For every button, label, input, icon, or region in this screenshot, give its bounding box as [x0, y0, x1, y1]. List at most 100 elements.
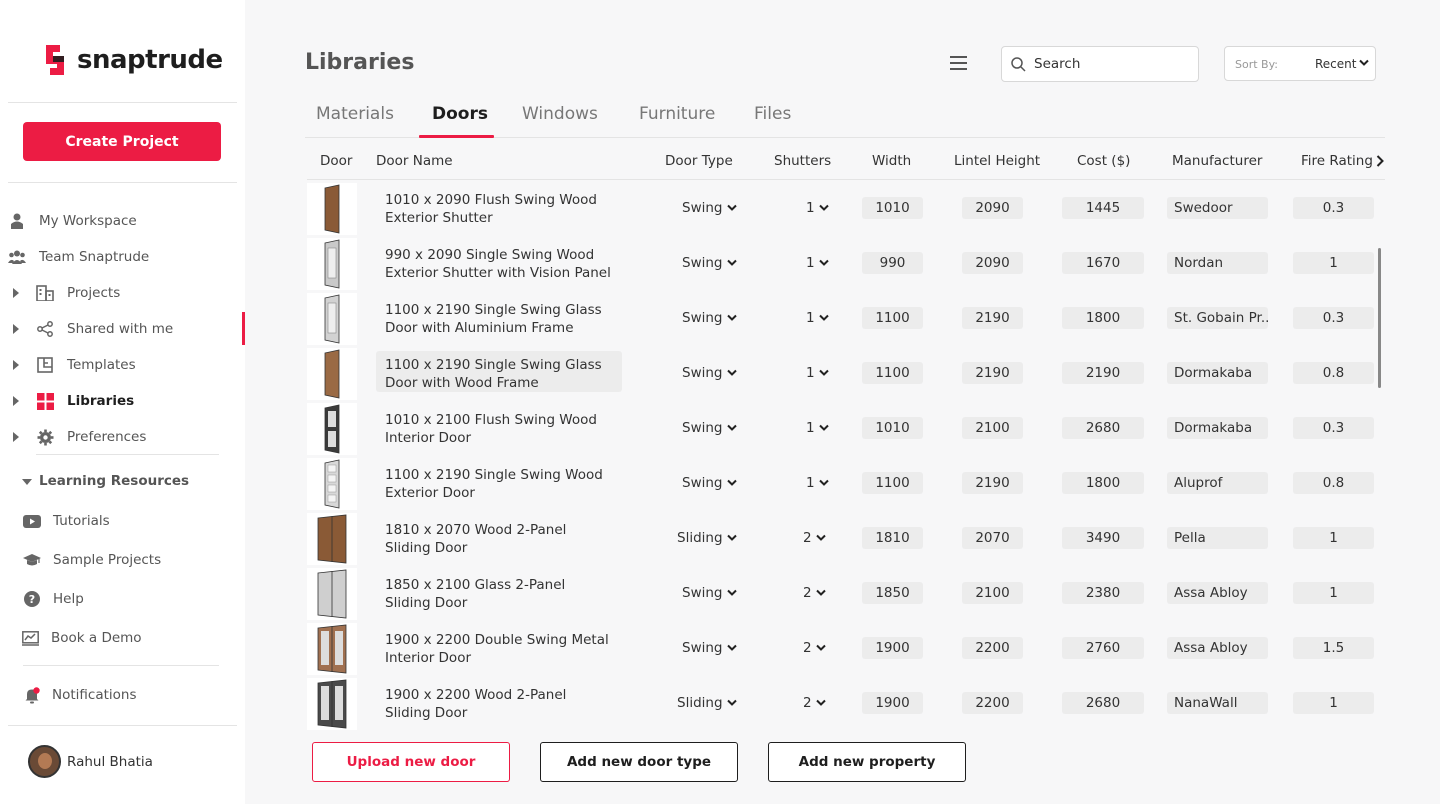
- door-type-select[interactable]: Sliding: [677, 530, 737, 546]
- shutters-select[interactable]: 1: [806, 420, 829, 436]
- door-thumbnail[interactable]: [307, 238, 357, 290]
- logo[interactable]: snaptrude: [42, 43, 223, 77]
- sidebar-item-libraries[interactable]: Libraries: [0, 387, 245, 415]
- add-new-property-button[interactable]: Add new property: [768, 742, 966, 782]
- tab-doors[interactable]: Doors: [432, 104, 488, 124]
- column-header[interactable]: Fire Rating: [1301, 153, 1373, 169]
- door-type-select[interactable]: Swing: [682, 365, 737, 381]
- caret-right-icon[interactable]: [13, 360, 19, 370]
- scroll-columns-right-icon[interactable]: [1376, 155, 1384, 167]
- fire-rating-field[interactable]: 1: [1293, 582, 1374, 604]
- search-input[interactable]: [1034, 56, 1184, 72]
- table-row[interactable]: 1100 x 2190 Single Swing Glass Door with…: [307, 346, 1377, 401]
- sidebar-item-team-snaptrude[interactable]: Team Snaptrude: [0, 243, 245, 271]
- manufacturer-field[interactable]: Assa Abloy: [1167, 582, 1268, 604]
- manufacturer-field[interactable]: Nordan: [1167, 252, 1268, 274]
- manufacturer-field[interactable]: Dormakaba: [1167, 417, 1268, 439]
- door-type-select[interactable]: Swing: [682, 310, 737, 326]
- cost-field[interactable]: 1800: [1062, 307, 1144, 329]
- sidebar-item-shared-with-me[interactable]: Shared with me: [0, 315, 245, 343]
- table-row[interactable]: 1100 x 2190 Single Swing Wood Exterior D…: [307, 456, 1377, 511]
- width-field[interactable]: 1900: [862, 637, 923, 659]
- search-box[interactable]: [1001, 46, 1199, 82]
- caret-right-icon[interactable]: [13, 396, 19, 406]
- learning-item-tutorials[interactable]: Tutorials: [0, 507, 245, 535]
- door-type-select[interactable]: Swing: [682, 585, 737, 601]
- door-type-select[interactable]: Swing: [682, 640, 737, 656]
- column-header[interactable]: Manufacturer: [1172, 153, 1262, 169]
- door-thumbnail[interactable]: [307, 293, 357, 345]
- fire-rating-field[interactable]: 0.3: [1293, 307, 1374, 329]
- table-row[interactable]: 1010 x 2090 Flush Swing Wood Exterior Sh…: [307, 181, 1377, 236]
- door-thumbnail[interactable]: [307, 403, 357, 455]
- sort-dropdown[interactable]: Sort By: Recent: [1224, 46, 1376, 81]
- shutters-select[interactable]: 1: [806, 475, 829, 491]
- door-type-select[interactable]: Swing: [682, 255, 737, 271]
- cost-field[interactable]: 2190: [1062, 362, 1144, 384]
- width-field[interactable]: 990: [862, 252, 923, 274]
- column-header[interactable]: Door Name: [376, 153, 453, 169]
- door-type-select[interactable]: Sliding: [677, 695, 737, 711]
- column-header[interactable]: Shutters: [774, 153, 831, 169]
- sidebar-item-preferences[interactable]: Preferences: [0, 423, 245, 451]
- door-thumbnail[interactable]: [307, 348, 357, 400]
- column-header[interactable]: Cost ($): [1077, 153, 1130, 169]
- shutters-select[interactable]: 2: [803, 585, 826, 601]
- table-row[interactable]: 1900 x 2200 Double Swing Metal Interior …: [307, 621, 1377, 676]
- shutters-select[interactable]: 1: [806, 200, 829, 216]
- column-header[interactable]: Lintel Height: [954, 153, 1040, 169]
- lintel-height-field[interactable]: 2090: [962, 252, 1023, 274]
- door-thumbnail[interactable]: [307, 678, 357, 730]
- manufacturer-field[interactable]: Assa Abloy: [1167, 637, 1268, 659]
- caret-right-icon[interactable]: [13, 324, 19, 334]
- door-type-select[interactable]: Swing: [682, 475, 737, 491]
- door-name[interactable]: 1100 x 2190 Single Swing Glass Door with…: [376, 351, 622, 392]
- table-row[interactable]: 1850 x 2100 Glass 2-Panel Sliding Door S…: [307, 566, 1377, 621]
- manufacturer-field[interactable]: Aluprof: [1167, 472, 1268, 494]
- upload-new-door-button[interactable]: Upload new door: [312, 742, 510, 782]
- door-name[interactable]: 1900 x 2200 Wood 2-Panel Sliding Door: [376, 681, 622, 722]
- fire-rating-field[interactable]: 0.3: [1293, 197, 1374, 219]
- column-header[interactable]: Door Type: [665, 153, 733, 169]
- fire-rating-field[interactable]: 0.3: [1293, 417, 1374, 439]
- caret-right-icon[interactable]: [13, 432, 19, 442]
- caret-right-icon[interactable]: [13, 288, 19, 298]
- door-thumbnail[interactable]: [307, 568, 357, 620]
- door-thumbnail[interactable]: [307, 458, 357, 510]
- hamburger-menu-icon[interactable]: [950, 56, 967, 70]
- lintel-height-field[interactable]: 2100: [962, 582, 1023, 604]
- user-profile[interactable]: Rahul Bhatia: [28, 745, 153, 778]
- width-field[interactable]: 1010: [862, 197, 923, 219]
- avatar[interactable]: [28, 745, 61, 778]
- create-project-button[interactable]: Create Project: [23, 122, 221, 161]
- fire-rating-field[interactable]: 0.8: [1293, 472, 1374, 494]
- manufacturer-field[interactable]: Dormakaba: [1167, 362, 1268, 384]
- shutters-select[interactable]: 2: [803, 530, 826, 546]
- sidebar-item-templates[interactable]: Templates: [0, 351, 245, 379]
- learning-item-book-demo[interactable]: Book a Demo: [0, 624, 245, 652]
- width-field[interactable]: 1900: [862, 692, 923, 714]
- width-field[interactable]: 1100: [862, 362, 923, 384]
- table-row[interactable]: 1810 x 2070 Wood 2-Panel Sliding Door Sl…: [307, 511, 1377, 566]
- shutters-select[interactable]: 2: [803, 695, 826, 711]
- cost-field[interactable]: 2680: [1062, 692, 1144, 714]
- cost-field[interactable]: 3490: [1062, 527, 1144, 549]
- add-new-door-type-button[interactable]: Add new door type: [540, 742, 738, 782]
- door-name[interactable]: 1850 x 2100 Glass 2-Panel Sliding Door: [376, 571, 622, 612]
- door-name[interactable]: 1010 x 2090 Flush Swing Wood Exterior Sh…: [376, 186, 622, 227]
- door-type-select[interactable]: Swing: [682, 200, 737, 216]
- shutters-select[interactable]: 2: [803, 640, 826, 656]
- cost-field[interactable]: 1670: [1062, 252, 1144, 274]
- cost-field[interactable]: 1800: [1062, 472, 1144, 494]
- tab-materials[interactable]: Materials: [316, 104, 394, 124]
- lintel-height-field[interactable]: 2070: [962, 527, 1023, 549]
- shutters-select[interactable]: 1: [806, 255, 829, 271]
- table-row[interactable]: 1010 x 2100 Flush Swing Wood Interior Do…: [307, 401, 1377, 456]
- manufacturer-field[interactable]: St. Gobain Pr...: [1167, 307, 1268, 329]
- lintel-height-field[interactable]: 2100: [962, 417, 1023, 439]
- cost-field[interactable]: 2760: [1062, 637, 1144, 659]
- fire-rating-field[interactable]: 1: [1293, 692, 1374, 714]
- cost-field[interactable]: 2380: [1062, 582, 1144, 604]
- door-name[interactable]: 1900 x 2200 Double Swing Metal Interior …: [376, 626, 622, 667]
- width-field[interactable]: 1810: [862, 527, 923, 549]
